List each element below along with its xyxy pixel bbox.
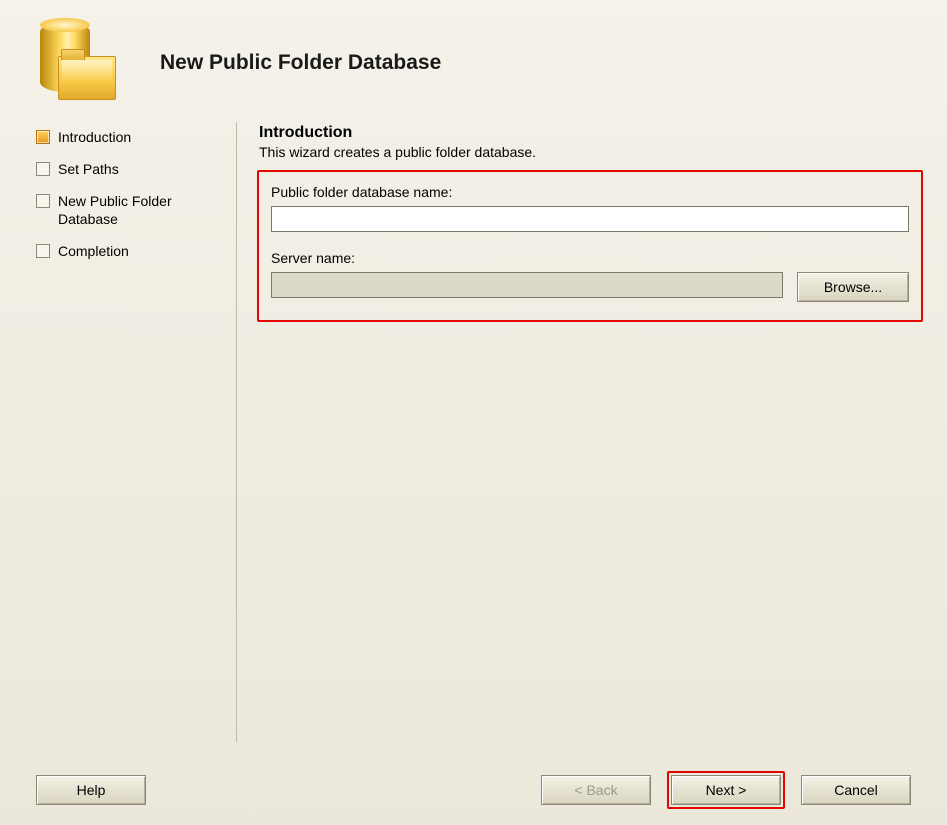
step-new-public-folder-database: New Public Folder Database [36, 192, 226, 228]
database-name-input[interactable] [271, 206, 909, 232]
step-label: Introduction [58, 128, 131, 146]
cancel-button[interactable]: Cancel [801, 775, 911, 805]
wizard-title: New Public Folder Database [160, 51, 441, 75]
step-indicator-icon [36, 130, 50, 144]
wizard-footer: Help < Back Next > Cancel [0, 755, 947, 825]
server-name-field-block: Server name: Browse... [271, 250, 909, 302]
server-name-label: Server name: [271, 250, 909, 266]
browse-button[interactable]: Browse... [797, 272, 909, 302]
database-name-field-block: Public folder database name: [271, 184, 909, 232]
step-label: Set Paths [58, 160, 119, 178]
wizard-content: Introduction This wizard creates a publi… [257, 122, 935, 742]
server-name-input[interactable] [271, 272, 783, 298]
wizard-steps-sidebar: Introduction Set Paths New Public Folder… [36, 122, 236, 742]
step-indicator-icon [36, 244, 50, 258]
wizard-body: Introduction Set Paths New Public Folder… [0, 122, 947, 742]
step-label: Completion [58, 242, 129, 260]
next-button-highlight: Next > [667, 771, 785, 809]
wizard-dialog: New Public Folder Database Introduction … [0, 0, 947, 825]
wizard-header: New Public Folder Database [0, 0, 947, 122]
vertical-divider [236, 122, 237, 742]
help-button[interactable]: Help [36, 775, 146, 805]
step-set-paths: Set Paths [36, 160, 226, 178]
input-highlight-region: Public folder database name: Server name… [257, 170, 923, 322]
step-label: New Public Folder Database [58, 192, 226, 228]
next-button[interactable]: Next > [671, 775, 781, 805]
database-folder-icon [30, 18, 120, 108]
back-button[interactable]: < Back [541, 775, 651, 805]
database-name-label: Public folder database name: [271, 184, 909, 200]
content-title: Introduction [259, 124, 923, 142]
step-introduction: Introduction [36, 128, 226, 146]
step-indicator-icon [36, 162, 50, 176]
content-description: This wizard creates a public folder data… [259, 144, 923, 160]
step-indicator-icon [36, 194, 50, 208]
step-completion: Completion [36, 242, 226, 260]
